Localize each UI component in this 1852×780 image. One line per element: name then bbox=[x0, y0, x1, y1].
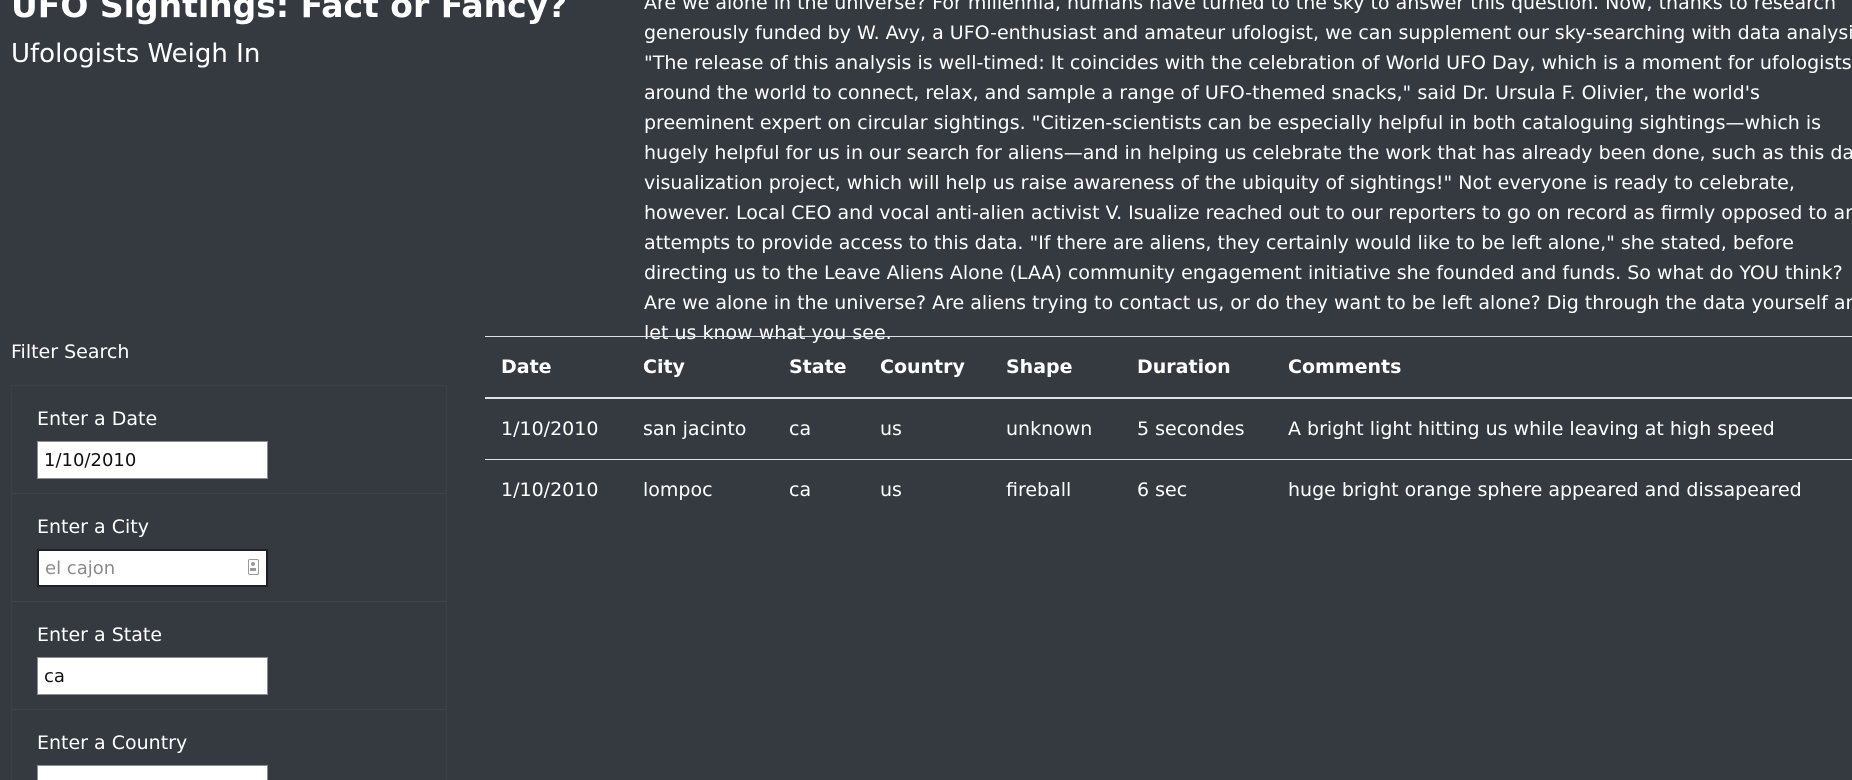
state-input[interactable] bbox=[37, 657, 268, 695]
country-label: Enter a Country bbox=[37, 732, 188, 754]
table-row: 1/10/2010 lompoc ca us fireball 6 sec hu… bbox=[485, 460, 1852, 521]
results-table-container: Date City State Country Shape Duration C… bbox=[485, 336, 1852, 520]
city-input-wrap bbox=[37, 549, 268, 587]
header-shape: Shape bbox=[990, 336, 1121, 399]
header-comments: Comments bbox=[1272, 336, 1852, 399]
page-subtitle: Ufologists Weigh In bbox=[11, 39, 261, 69]
date-input[interactable] bbox=[37, 441, 268, 479]
header-date: Date bbox=[485, 336, 627, 399]
filter-state: Enter a State bbox=[12, 602, 446, 710]
country-input-wrap bbox=[37, 765, 268, 780]
cell-country: us bbox=[864, 398, 990, 460]
filter-search-heading: Filter Search bbox=[11, 341, 130, 363]
cell-duration: 5 secondes bbox=[1121, 398, 1272, 460]
page-title: UFO Sightings: Fact or Fancy? bbox=[11, 0, 568, 25]
date-input-wrap bbox=[37, 441, 268, 479]
cell-state: ca bbox=[789, 479, 812, 501]
cell-city: san jacinto bbox=[627, 398, 773, 460]
table-header-row: Date City State Country Shape Duration C… bbox=[485, 336, 1852, 399]
city-label: Enter a City bbox=[37, 516, 149, 538]
header-country: Country bbox=[864, 336, 990, 399]
filter-date: Enter a Date bbox=[12, 386, 446, 494]
cell-date: 1/10/2010 bbox=[485, 398, 627, 460]
filter-panel: Enter a Date Enter a City Enter a State … bbox=[11, 385, 447, 780]
table-row: 1/10/2010 san jacinto ca us unknown 5 se… bbox=[485, 398, 1852, 460]
cell-date: 1/10/2010 bbox=[501, 479, 599, 501]
cell-shape: unknown bbox=[990, 398, 1121, 460]
cell-city: lompoc bbox=[643, 479, 713, 501]
header-duration: Duration bbox=[1121, 336, 1272, 399]
state-label: Enter a State bbox=[37, 624, 163, 646]
date-label: Enter a Date bbox=[37, 408, 158, 430]
cell-state: ca bbox=[773, 398, 864, 460]
cell-duration: 6 sec bbox=[1137, 479, 1188, 501]
article-text: Are we alone in the universe? For millen… bbox=[644, 0, 1852, 344]
ufo-table: Date City State Country Shape Duration C… bbox=[485, 336, 1852, 520]
filter-city: Enter a City bbox=[12, 494, 446, 602]
cell-shape: fireball bbox=[1006, 479, 1072, 501]
cell-comments: huge bright orange sphere appeared and d… bbox=[1288, 479, 1802, 501]
page: UFO Sightings: Fact or Fancy? Ufologists… bbox=[0, 0, 1852, 780]
state-input-wrap bbox=[37, 657, 268, 695]
country-input[interactable] bbox=[37, 765, 268, 780]
cell-comments: A bright light hitting us while leaving … bbox=[1272, 398, 1852, 460]
cell-country: us bbox=[880, 479, 902, 501]
header-state: State bbox=[773, 336, 864, 399]
city-input[interactable] bbox=[37, 549, 268, 587]
filter-country: Enter a Country bbox=[12, 710, 446, 780]
contact-card-icon[interactable] bbox=[248, 559, 259, 575]
header-city: City bbox=[627, 336, 773, 399]
